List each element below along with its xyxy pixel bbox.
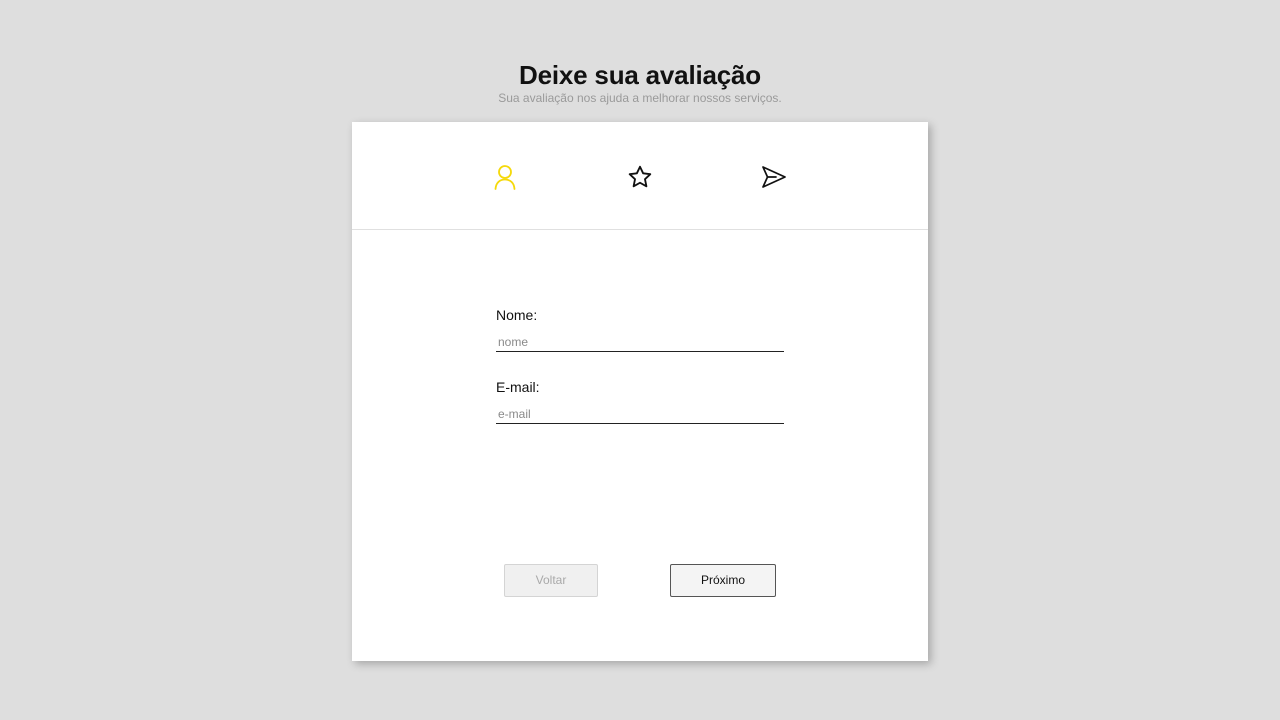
email-field-group: E-mail:	[496, 378, 784, 424]
review-card: Nome: E-mail: Voltar Próximo	[352, 122, 928, 661]
email-label: E-mail:	[496, 379, 540, 395]
email-input[interactable]	[496, 404, 784, 424]
step-rating[interactable]	[626, 163, 654, 191]
back-button[interactable]: Voltar	[504, 564, 598, 597]
name-label: Nome:	[496, 307, 538, 323]
step-personal-info[interactable]	[491, 163, 519, 191]
name-input[interactable]	[496, 332, 784, 352]
star-icon	[628, 165, 652, 188]
next-button[interactable]: Próximo	[670, 564, 776, 597]
user-icon	[494, 165, 516, 190]
page-subtitle: Sua avaliação nos ajuda a melhorar nosso…	[498, 91, 782, 105]
send-icon	[762, 166, 786, 188]
page-title: Deixe sua avaliação	[519, 60, 761, 90]
step-submit[interactable]	[760, 163, 788, 191]
step-indicator	[352, 122, 928, 230]
name-field-group: Nome:	[496, 306, 784, 352]
page-header: Deixe sua avaliação Sua avaliação nos aj…	[0, 58, 1280, 105]
